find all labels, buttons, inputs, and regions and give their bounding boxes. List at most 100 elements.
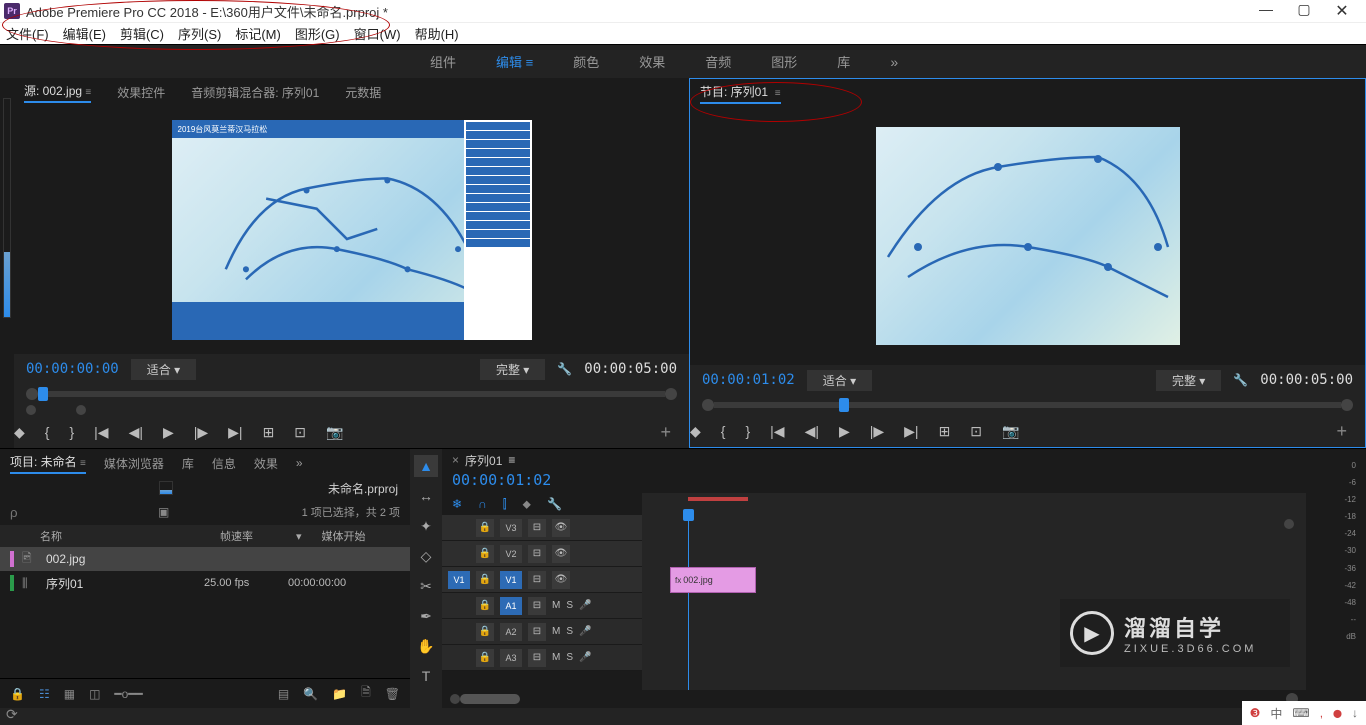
track-v1[interactable]: V1🔒 V1⊟👁 xyxy=(442,567,642,593)
track-a2[interactable]: 🔒 A2⊟MS🎤 xyxy=(442,619,642,645)
razor-tool[interactable]: ◇ xyxy=(414,545,438,567)
workspace-effects[interactable]: 效果 xyxy=(639,52,665,71)
p-lift-icon[interactable]: ⊞ xyxy=(939,423,951,440)
marker-add-icon[interactable]: ⬥ xyxy=(523,497,531,512)
source-time-in[interactable]: 00:00:00:00 xyxy=(26,361,119,377)
program-settings-icon[interactable]: 🔧 xyxy=(1233,373,1248,387)
source-quality-dropdown[interactable]: 完整 ▾ xyxy=(480,359,545,380)
timeline-menu-icon[interactable]: ≡ xyxy=(508,453,515,467)
timeline-playhead[interactable] xyxy=(688,515,689,690)
tray-dot[interactable]: ⬤ xyxy=(1333,709,1342,718)
timeline-tab[interactable]: 序列01 xyxy=(465,452,502,469)
source-zoom-handle-r[interactable] xyxy=(76,405,86,415)
source-viewer[interactable]: 2019台风莫兰蒂汉马拉松比赛线路图 xyxy=(172,120,532,340)
effects-tab[interactable]: 效果 xyxy=(254,455,278,472)
bin-icon[interactable]: ▣ xyxy=(158,505,169,519)
goto-out-icon[interactable]: ▶| xyxy=(228,424,242,441)
effect-controls-tab[interactable]: 效果控件 xyxy=(117,84,165,101)
timeline-timecode[interactable]: 00:00:01:02 xyxy=(442,471,1306,493)
timeline-clip-002jpg[interactable]: fx 002.jpg xyxy=(670,567,756,593)
tl-scroll-left[interactable] xyxy=(450,694,460,704)
minimize-button[interactable]: — xyxy=(1256,1,1276,21)
program-playhead[interactable] xyxy=(839,398,849,412)
p-in-point-icon[interactable]: { xyxy=(721,423,726,439)
menu-graphics[interactable]: 图形(G) xyxy=(295,24,340,43)
in-point-icon[interactable]: { xyxy=(45,424,50,440)
program-tab[interactable]: 节目: 序列01 ≡ xyxy=(700,83,781,104)
source-scrub-left-handle[interactable] xyxy=(26,388,38,400)
menu-sequence[interactable]: 序列(S) xyxy=(178,24,221,43)
program-viewer[interactable] xyxy=(876,127,1180,345)
step-back-icon[interactable]: ◀| xyxy=(129,424,143,441)
auto-sequence-icon[interactable]: ▤ xyxy=(278,687,289,701)
track-a3[interactable]: 🔒 A3⊟MS🎤 xyxy=(442,645,642,671)
insert-icon[interactable]: ⊞ xyxy=(263,424,275,441)
close-button[interactable]: ✕ xyxy=(1332,1,1352,21)
p-export-frame-icon[interactable]: 📷 xyxy=(1002,423,1019,440)
p-step-back-icon[interactable]: ◀| xyxy=(805,423,819,440)
p-extract-icon[interactable]: ⊡ xyxy=(970,423,982,440)
p-add-button[interactable]: + xyxy=(1336,421,1347,442)
project-columns[interactable]: 名称 帧速率▾ 媒体开始 xyxy=(0,525,410,547)
workspace-assembly[interactable]: 组件 xyxy=(430,52,456,71)
ime-indicator[interactable]: 中 xyxy=(1270,705,1282,722)
program-scrub-left-handle[interactable] xyxy=(702,399,714,411)
tray-icon-1[interactable]: ❸ xyxy=(1250,706,1261,720)
out-point-icon[interactable]: } xyxy=(69,424,74,440)
step-fwd-icon[interactable]: |▶ xyxy=(194,424,208,441)
workspace-library[interactable]: 库 xyxy=(837,52,850,71)
ripple-tool[interactable]: ✦ xyxy=(414,515,438,537)
workspace-editing[interactable]: 编辑 xyxy=(496,52,533,71)
source-zoom-dropdown[interactable]: 适合 ▾ xyxy=(131,359,196,380)
add-button[interactable]: + xyxy=(660,422,671,443)
freeform-view-icon[interactable]: ◫ xyxy=(89,687,100,701)
icon-view-icon[interactable]: ▦ xyxy=(64,687,75,701)
project-item-sequence01[interactable]: ⫼ 序列01 25.00 fps 00:00:00:00 xyxy=(0,571,410,595)
overwrite-icon[interactable]: ⊡ xyxy=(294,424,306,441)
slip-tool[interactable]: ✂ xyxy=(414,575,438,597)
project-item-002jpg[interactable]: 🖻 002.jpg xyxy=(0,547,410,571)
program-quality-dropdown[interactable]: 完整 ▾ xyxy=(1156,370,1221,391)
marker-icon[interactable]: ◆ xyxy=(14,424,25,441)
source-settings-icon[interactable]: 🔧 xyxy=(557,362,572,376)
menu-edit[interactable]: 编辑(E) xyxy=(63,24,106,43)
track-select-tool[interactable]: ↔ xyxy=(414,485,438,507)
hand-tool[interactable]: ✋ xyxy=(414,635,438,657)
media-browser-tab[interactable]: 媒体浏览器 xyxy=(104,455,164,472)
ime-punct[interactable]: , xyxy=(1320,706,1323,720)
timeline-settings-icon[interactable]: 🔧 xyxy=(547,497,562,511)
more-tab[interactable]: » xyxy=(296,456,303,470)
workspace-color[interactable]: 颜色 xyxy=(573,52,599,71)
menu-clip[interactable]: 剪辑(C) xyxy=(120,24,164,43)
snap-icon[interactable]: ❄ xyxy=(452,497,462,511)
write-lock-icon[interactable]: 🔒 xyxy=(10,687,25,701)
marker-align-icon[interactable]: ⫿ xyxy=(503,497,507,512)
program-scrub-right-handle[interactable] xyxy=(1341,399,1353,411)
p-goto-in-icon[interactable]: |◀ xyxy=(770,423,784,440)
list-view-icon[interactable]: ☷ xyxy=(39,687,50,701)
workspace-audio[interactable]: 音频 xyxy=(705,52,731,71)
lock-icon[interactable]: 🔒 xyxy=(476,519,494,537)
audio-mixer-tab[interactable]: 音频剪辑混合器: 序列01 xyxy=(191,84,319,101)
track-v3[interactable]: 🔒 V3⊟👁 xyxy=(442,515,642,541)
program-time-in[interactable]: 00:00:01:02 xyxy=(702,372,795,388)
track-a1[interactable]: 🔒 A1⊟MS🎤 xyxy=(442,593,642,619)
program-scrub-track[interactable] xyxy=(714,402,1341,408)
menu-window[interactable]: 窗口(W) xyxy=(354,24,401,43)
workspace-more[interactable]: » xyxy=(890,54,898,70)
export-frame-icon[interactable]: 📷 xyxy=(326,424,343,441)
track-v2[interactable]: 🔒 V2⊟👁 xyxy=(442,541,642,567)
p-play-icon[interactable]: ▶ xyxy=(839,423,850,440)
project-search-input[interactable] xyxy=(10,505,150,520)
selection-tool[interactable]: ▲ xyxy=(414,455,438,477)
new-item-icon[interactable]: 🗎 xyxy=(361,683,371,704)
pen-tool[interactable]: ✒ xyxy=(414,605,438,627)
link-icon[interactable]: ∩ xyxy=(478,497,487,511)
p-goto-out-icon[interactable]: ▶| xyxy=(904,423,918,440)
trash-icon[interactable]: 🗑 xyxy=(385,687,400,701)
maximize-button[interactable]: ▢ xyxy=(1294,1,1314,21)
source-scrub-right-handle[interactable] xyxy=(665,388,677,400)
workspace-graphics[interactable]: 图形 xyxy=(771,52,797,71)
keyboard-icon[interactable]: ⌨ xyxy=(1292,706,1309,720)
metadata-tab[interactable]: 元数据 xyxy=(345,84,381,101)
